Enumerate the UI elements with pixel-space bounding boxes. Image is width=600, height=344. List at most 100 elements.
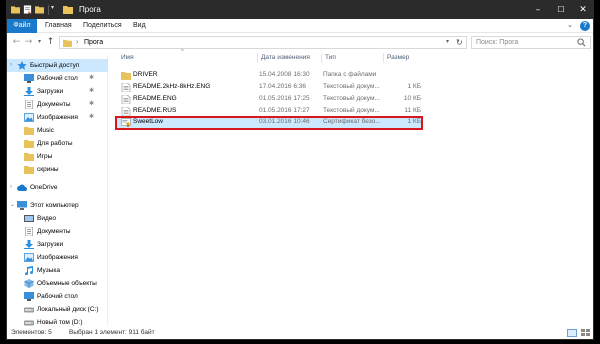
pin-icon: ✱ (89, 88, 95, 94)
address-history-dropdown[interactable]: ▾ (446, 37, 449, 48)
sidebar-item[interactable]: Рабочий стол (7, 290, 108, 303)
file-row[interactable]: DRIVER 15.04.2008 16:30 Папка с файлами (115, 69, 423, 81)
file-date: 15.04.2008 16:30 (259, 71, 310, 78)
folder-icon[interactable] (11, 5, 20, 14)
sidebar-item[interactable]: Изображения (7, 251, 108, 264)
breadcrumb-separator-icon[interactable]: › (76, 37, 78, 48)
sidebar-item[interactable]: Игры (7, 150, 108, 163)
column-divider[interactable] (383, 53, 384, 63)
folder-icon (24, 139, 34, 148)
file-row[interactable]: README.2kHz-8kHz.ENG 17.04.2016 6:36 Текст… (115, 81, 423, 93)
sidebar-item-label: Быстрый доступ (30, 62, 80, 69)
column-date[interactable]: Дата изменения (261, 54, 310, 61)
cloud-icon (17, 183, 27, 192)
sidebar-item[interactable]: Видео (7, 212, 108, 225)
sidebar-item-label: Объемные объекты (37, 280, 97, 287)
large-icons-view-button[interactable] (581, 329, 591, 337)
expand-chevron-icon[interactable]: ⌄ (10, 199, 15, 212)
file-type: Сертификат безо... (323, 118, 381, 125)
tab-share[interactable]: Поделиться (83, 19, 122, 33)
tab-file[interactable]: Файл (7, 19, 37, 33)
star-icon (17, 61, 27, 70)
sidebar-item[interactable]: Загрузки (7, 238, 108, 251)
file-list: ^ Имя Дата изменения Тип Размер DRIVER 15… (111, 49, 591, 326)
file-date: 01.05.2016 17:25 (259, 95, 310, 102)
close-button[interactable]: ✕ (572, 1, 594, 19)
sidebar-item[interactable]: Музыка (7, 264, 108, 277)
sort-indicator-icon: ^ (181, 49, 184, 55)
selection-info: Выбран 1 элемент: 911 байт (69, 329, 155, 336)
sidebar-item[interactable]: Локальный диск (C:) (7, 303, 108, 316)
sidebar-item[interactable]: Документы ✱ (7, 98, 108, 111)
sidebar-item[interactable]: Документы (7, 225, 108, 238)
customize-quick-access-icon[interactable]: ▾ (51, 4, 54, 11)
navigation-bar: ← → ▾ ↑ › Прога ▾ ↻ Поиск: Прога (7, 33, 593, 51)
new-folder-icon[interactable] (35, 5, 44, 14)
sidebar-item[interactable]: Изображения ✱ (7, 111, 108, 124)
search-input[interactable]: Поиск: Прога (471, 36, 591, 49)
up-button[interactable]: ↑ (45, 35, 56, 49)
expand-chevron-icon[interactable]: › (10, 59, 12, 72)
folder-icon (24, 165, 34, 174)
file-date: 17.04.2016 6:36 (259, 83, 306, 90)
desktop-icon (24, 292, 34, 301)
address-folder-icon (63, 39, 72, 47)
refresh-icon[interactable]: ↻ (456, 37, 463, 48)
sidebar-item[interactable]: ⌄ Этот компьютер (7, 199, 108, 212)
text-file-icon (121, 82, 131, 93)
sidebar-item-label: Рабочий стол (37, 75, 78, 82)
properties-icon[interactable] (23, 5, 32, 14)
file-name: SweetLow (133, 118, 163, 125)
expand-ribbon-icon[interactable]: ⌄ (567, 21, 573, 29)
sidebar-item[interactable]: › OneDrive (7, 181, 108, 194)
folder-icon (24, 126, 34, 135)
sidebar-item-label: Игры (37, 153, 53, 160)
back-button[interactable]: ← (11, 35, 22, 49)
pin-icon: ✱ (89, 75, 95, 81)
status-bar: Элементов: 5 Выбран 1 элемент: 911 байт (7, 327, 593, 339)
sidebar-item-label: Локальный диск (C:) (37, 306, 99, 313)
sidebar-item-label: Музыка (37, 267, 60, 274)
desktop-icon (24, 74, 34, 83)
search-icon[interactable] (577, 38, 586, 47)
sidebar-item[interactable]: Загрузки ✱ (7, 85, 108, 98)
download-icon (24, 240, 34, 249)
drive-icon (24, 318, 34, 327)
recent-locations-button[interactable]: ▾ (34, 35, 45, 49)
help-icon[interactable]: ? (580, 21, 590, 31)
sidebar-item-label: Этот компьютер (30, 202, 79, 209)
documents-icon (24, 99, 34, 110)
minimize-button[interactable]: – (527, 1, 549, 19)
sidebar-item[interactable]: Для работы (7, 137, 108, 150)
sidebar-item[interactable]: Объемные объекты (7, 277, 108, 290)
ribbon-tabs: Файл Главная Поделиться Вид ⌄ ? (7, 19, 593, 33)
file-name: DRIVER (133, 71, 158, 78)
pictures-icon (24, 113, 34, 122)
expand-chevron-icon[interactable]: › (10, 181, 12, 194)
breadcrumb-segment[interactable]: Прога (84, 37, 103, 48)
window-title: Прога (79, 5, 101, 14)
address-bar[interactable]: › Прога ▾ ↻ (59, 36, 467, 49)
sidebar-item[interactable]: Music (7, 124, 108, 137)
column-size[interactable]: Размер (387, 54, 409, 61)
sidebar-item-label: Загрузки (37, 241, 64, 248)
tab-view[interactable]: Вид (133, 19, 146, 33)
file-row[interactable]: SweetLow 03.01.2016 10:46 Сертификат безо.… (115, 116, 423, 130)
certificate-icon (121, 118, 131, 127)
column-divider[interactable] (321, 53, 322, 63)
sidebar-item[interactable]: Рабочий стол ✱ (7, 72, 108, 85)
column-name[interactable]: Имя (121, 54, 134, 61)
file-row[interactable]: README.ENG 01.05.2016 17:25 Текстовый доку… (115, 93, 423, 105)
file-name: README.ENG (133, 95, 177, 102)
sidebar-item[interactable]: › Быстрый доступ (7, 59, 108, 72)
sidebar-item[interactable]: скрины (7, 163, 108, 176)
file-type: Папка с файлами (323, 71, 377, 78)
maximize-button[interactable]: ☐ (550, 1, 572, 19)
tab-home[interactable]: Главная (45, 19, 72, 33)
pin-icon: ✱ (89, 114, 95, 120)
navigation-pane: › Быстрый доступ Рабочий стол ✱ Загрузки ✱ Док… (7, 55, 108, 327)
details-view-button[interactable] (567, 329, 577, 337)
forward-button[interactable]: → (23, 35, 34, 49)
column-divider[interactable] (257, 53, 258, 63)
column-type[interactable]: Тип (325, 54, 336, 61)
